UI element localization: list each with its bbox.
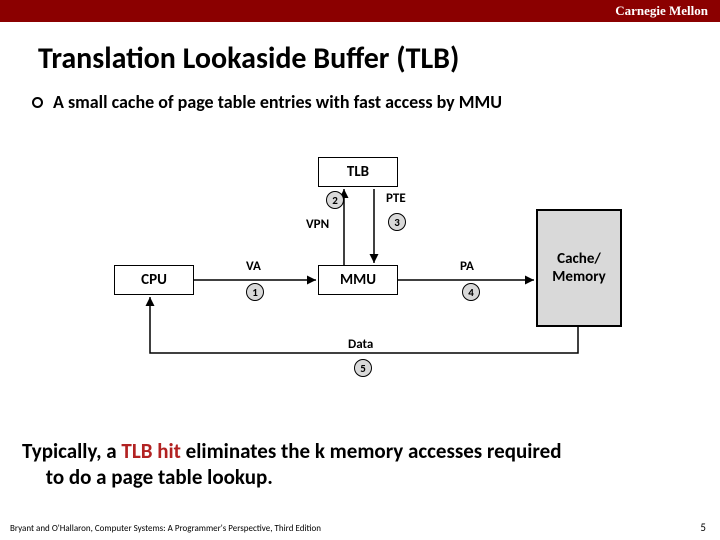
tlb-label: TLB: [347, 163, 369, 181]
step-2: 2: [326, 191, 344, 209]
step-3: 3: [388, 213, 406, 231]
cache-label-1: Cache/: [557, 250, 601, 268]
header-bar: Carnegie Mellon: [0, 0, 720, 22]
footer-citation: Bryant and O'Hallaron, Computer Systems:…: [10, 523, 321, 534]
footnote: Typically, a TLB hit eliminates the k me…: [22, 438, 702, 491]
node-cache: Cache/ Memory: [536, 209, 622, 327]
node-mmu: MMU: [318, 265, 398, 295]
bullet-icon: [32, 97, 43, 108]
step-4: 4: [462, 283, 480, 301]
step-1: 1: [246, 283, 264, 301]
bullet-text: A small cache of page table entries with…: [53, 91, 502, 113]
page-number: 5: [700, 521, 706, 534]
footnote-suffix1: eliminates the k memory accesses require…: [181, 438, 562, 464]
diagram: TLB CPU MMU Cache/ Memory VA VPN PTE PA …: [0, 127, 720, 397]
mmu-label: MMU: [340, 271, 376, 289]
bullet-item: A small cache of page table entries with…: [32, 91, 720, 113]
cache-label-2: Memory: [552, 268, 605, 286]
node-tlb: TLB: [318, 157, 398, 187]
label-vpn: VPN: [306, 217, 329, 232]
label-va: VA: [246, 259, 261, 274]
footnote-prefix: Typically, a: [22, 438, 121, 464]
page-title: Translation Lookaside Buffer (TLB): [38, 40, 720, 77]
footnote-suffix2: to do a page table lookup.: [46, 464, 273, 490]
brand-label: Carnegie Mellon: [615, 3, 708, 19]
node-cpu: CPU: [114, 265, 194, 295]
label-pte: PTE: [386, 191, 406, 206]
label-data: Data: [348, 337, 373, 352]
label-pa: PA: [460, 259, 474, 274]
step-5: 5: [354, 359, 372, 377]
cpu-label: CPU: [141, 271, 167, 289]
footnote-hit: TLB hit: [121, 438, 181, 464]
